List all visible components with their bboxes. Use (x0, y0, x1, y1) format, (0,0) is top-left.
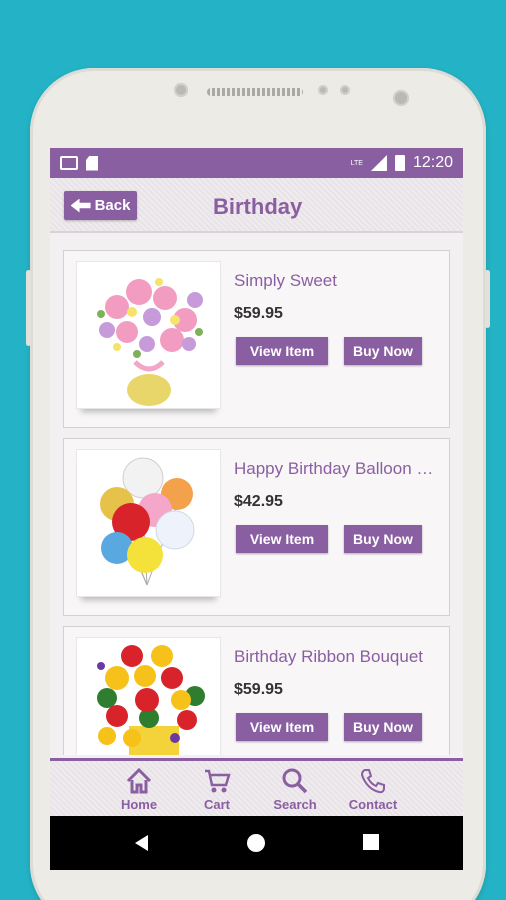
nav-cart-label: Cart (203, 797, 230, 812)
app-header: Back Birthday (50, 178, 463, 233)
system-nav-bar (50, 816, 463, 870)
back-triangle-icon[interactable] (132, 833, 152, 853)
buy-now-button[interactable]: Buy Now (344, 713, 422, 741)
recents-square-icon[interactable] (362, 833, 380, 851)
nav-home-label: Home (120, 797, 158, 812)
nav-search[interactable]: Search (260, 767, 330, 812)
battery-charging-icon (394, 155, 405, 171)
view-item-button[interactable]: View Item (236, 337, 328, 365)
product-image[interactable] (76, 449, 221, 597)
proximity-sensor (174, 83, 188, 97)
product-name[interactable]: Simply Sweet (234, 271, 444, 291)
front-camera (393, 90, 409, 106)
product-price: $42.95 (234, 493, 283, 510)
product-image[interactable] (76, 261, 221, 409)
home-circle-icon[interactable] (246, 833, 266, 853)
product-card[interactable]: Birthday Ribbon Bouquet $59.95 View Item… (63, 626, 450, 755)
sensor-dot (318, 85, 328, 95)
buy-now-button[interactable]: Buy Now (344, 337, 422, 365)
product-card[interactable]: Happy Birthday Balloon Bo... $42.95 View… (63, 438, 450, 616)
buy-now-button[interactable]: Buy Now (344, 525, 422, 553)
product-image[interactable] (76, 637, 221, 755)
sd-card-icon (86, 155, 98, 171)
cart-icon (205, 769, 231, 793)
status-bar: LTE 12:20 (50, 148, 463, 178)
back-arrow-icon (70, 198, 91, 213)
product-name[interactable]: Birthday Ribbon Bouquet (234, 647, 444, 667)
product-price: $59.95 (234, 305, 283, 322)
phone-icon (360, 769, 385, 794)
product-list[interactable]: Simply Sweet $59.95 View Item Buy Now Ha… (50, 235, 463, 755)
volume-button (26, 270, 31, 346)
nav-contact-label: Contact (348, 797, 398, 812)
bottom-nav: Home Cart Search Contact (50, 758, 463, 816)
page-title: Birthday (213, 194, 303, 219)
status-time: 12:20 (412, 154, 453, 171)
gmail-icon (60, 156, 78, 170)
product-name[interactable]: Happy Birthday Balloon Bo... (234, 459, 444, 479)
signal-icon (370, 155, 387, 171)
back-button[interactable]: Back (64, 191, 137, 220)
network-type: LTE (350, 159, 363, 167)
search-icon (282, 768, 308, 794)
power-button (485, 270, 490, 328)
nav-home[interactable]: Home (104, 767, 174, 812)
earpiece-speaker (207, 88, 303, 96)
nav-cart[interactable]: Cart (182, 767, 252, 812)
view-item-button[interactable]: View Item (236, 525, 328, 553)
view-item-button[interactable]: View Item (236, 713, 328, 741)
screen: LTE 12:20 Back Birthday Simply Sweet $59… (50, 148, 463, 870)
nav-contact[interactable]: Contact (338, 767, 408, 812)
product-card[interactable]: Simply Sweet $59.95 View Item Buy Now (63, 250, 450, 428)
nav-search-label: Search (273, 797, 317, 812)
home-icon (126, 767, 152, 794)
back-label: Back (94, 197, 131, 214)
product-price: $59.95 (234, 681, 283, 698)
sensor-dot (340, 85, 350, 95)
